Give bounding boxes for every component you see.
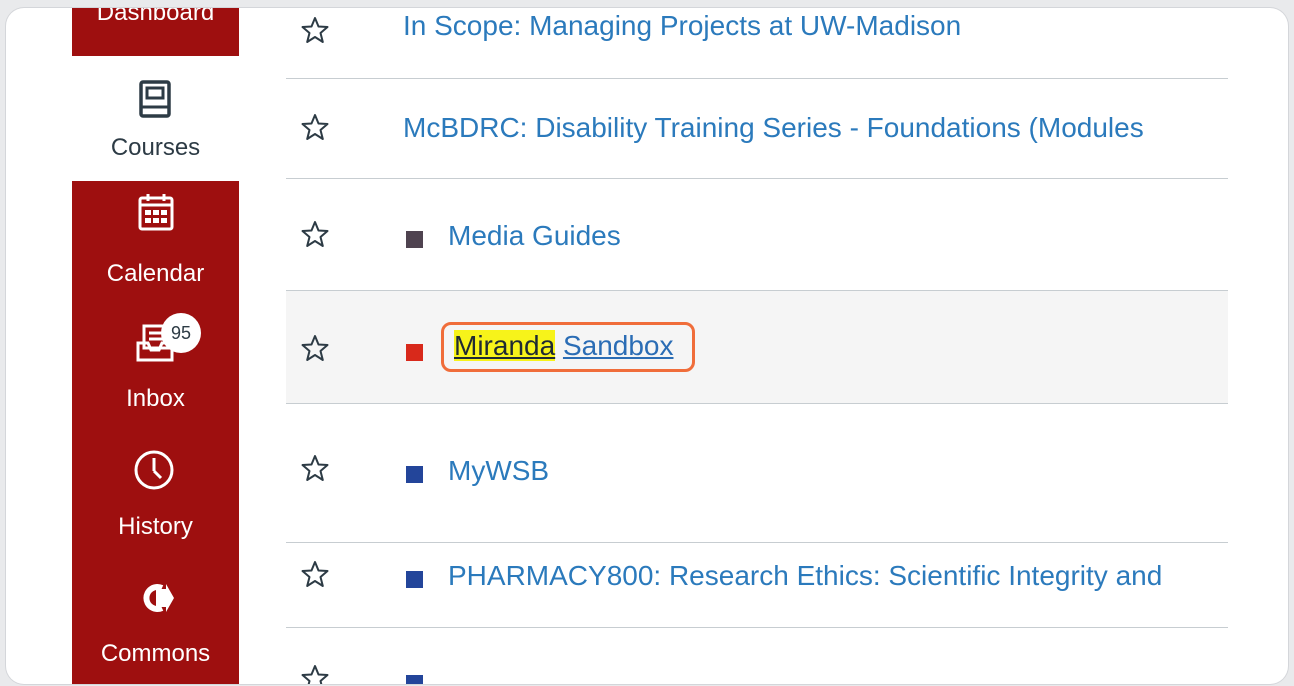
global-navigation: Dashboard Courses Calendar 95 Inbox Hist…: [72, 8, 239, 684]
star-outline-icon[interactable]: [301, 664, 329, 684]
course-link[interactable]: In Scope: Managing Projects at UW-Madiso…: [403, 10, 961, 42]
course-color-swatch: [406, 231, 423, 248]
course-row[interactable]: PHARMACY800: Research Ethics: Scientific…: [286, 543, 1228, 628]
course-row-partial[interactable]: [286, 628, 1228, 684]
star-outline-icon[interactable]: [301, 113, 329, 141]
course-link[interactable]: Media Guides: [448, 220, 621, 252]
app-window: Dashboard Courses Calendar 95 Inbox Hist…: [6, 8, 1288, 684]
course-row-focused[interactable]: Miranda Sandbox: [286, 291, 1228, 404]
nav-commons[interactable]: Commons: [72, 561, 239, 684]
course-link[interactable]: MyWSB: [448, 455, 549, 487]
nav-commons-label: Commons: [100, 640, 211, 667]
course-color-swatch: [406, 466, 423, 483]
course-color-swatch: [406, 571, 423, 588]
star-outline-icon[interactable]: [301, 16, 329, 44]
search-highlight: Miranda: [454, 330, 556, 361]
course-row[interactable]: MyWSB: [286, 404, 1228, 543]
course-list: In Scope: Managing Projects at UW-Madiso…: [286, 8, 1228, 684]
course-link[interactable]: McBDRC: Disability Training Series - Fou…: [403, 112, 1144, 144]
nav-dashboard-label: Dashboard: [96, 8, 215, 26]
star-outline-icon[interactable]: [301, 334, 329, 362]
star-outline-icon[interactable]: [301, 220, 329, 248]
nav-courses-label: Courses: [110, 134, 201, 161]
book-icon: [139, 80, 171, 118]
clock-icon: [134, 450, 174, 490]
nav-inbox[interactable]: 95 Inbox: [72, 303, 239, 431]
course-link[interactable]: Miranda Sandbox: [454, 330, 674, 362]
course-color-swatch: [406, 344, 423, 361]
nav-dashboard[interactable]: Dashboard: [72, 8, 239, 56]
nav-courses[interactable]: Courses: [72, 56, 239, 181]
star-outline-icon[interactable]: [301, 560, 329, 588]
calendar-icon: [138, 194, 174, 231]
nav-history[interactable]: History: [72, 431, 239, 561]
course-row[interactable]: In Scope: Managing Projects at UW-Madiso…: [286, 8, 1228, 79]
course-link-rest: Sandbox: [562, 330, 674, 361]
nav-calendar-label: Calendar: [106, 260, 205, 287]
nav-calendar[interactable]: Calendar: [72, 181, 239, 303]
course-link[interactable]: PHARMACY800: Research Ethics: Scientific…: [448, 560, 1162, 592]
course-row[interactable]: Media Guides: [286, 179, 1228, 291]
nav-inbox-label: Inbox: [126, 385, 185, 412]
star-outline-icon[interactable]: [301, 454, 329, 482]
commons-icon: [143, 584, 174, 612]
course-row[interactable]: McBDRC: Disability Training Series - Fou…: [286, 78, 1228, 179]
nav-history-label: History: [118, 513, 193, 540]
inbox-unread-badge: 95: [161, 313, 201, 353]
course-color-swatch: [406, 675, 423, 684]
